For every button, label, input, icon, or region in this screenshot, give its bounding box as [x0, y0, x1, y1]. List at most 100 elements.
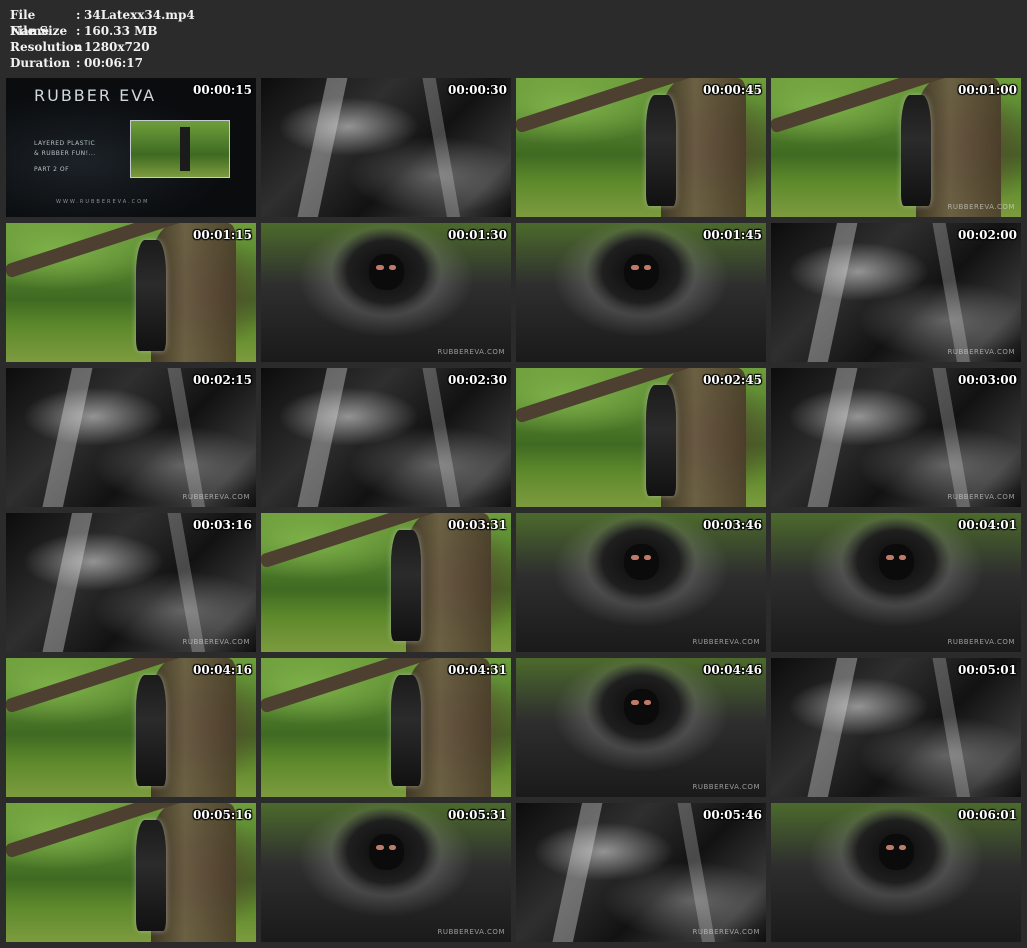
video-thumbnail: 00:02:30	[261, 368, 511, 507]
plastic-sheen	[675, 803, 720, 942]
video-thumbnail: 00:00:45	[516, 78, 766, 217]
plastic-sheen	[930, 223, 975, 362]
thumbnail-timestamp: 00:02:30	[448, 373, 507, 387]
thumbnail-timestamp: 00:04:46	[703, 663, 762, 677]
mask-eye-l	[886, 554, 894, 561]
plastic-sheen	[930, 368, 975, 507]
file-name-row: File Name : 34Latexx34.mp4	[10, 7, 195, 38]
watermark-text: RUBBEREVA.COM	[947, 638, 1015, 646]
mask-eye-r	[898, 844, 906, 851]
file-size-row: File Size : 160.33 MB	[10, 23, 195, 39]
thumbnail-timestamp: 00:03:00	[958, 373, 1017, 387]
closeup-frame-image	[261, 368, 511, 507]
mask-eye-l	[376, 844, 384, 851]
video-thumbnail: RUBBEREVA.COM 00:04:01	[771, 513, 1021, 652]
mask-eye-r	[643, 554, 651, 561]
mask-eye-r	[643, 699, 651, 706]
closeup-frame-image	[6, 368, 256, 507]
thumbnail-timestamp: 00:01:30	[448, 228, 507, 242]
figure-silhouette	[136, 819, 166, 931]
separator: :	[76, 24, 81, 38]
thumbnail-timestamp: 00:02:00	[958, 228, 1017, 242]
closeup-frame-image	[771, 368, 1021, 507]
watermark-text: RUBBEREVA.COM	[692, 638, 760, 646]
outdoor-frame-image	[261, 513, 511, 652]
outdoor-frame-image	[6, 223, 256, 362]
plastic-sheen	[292, 78, 350, 217]
hood-frame-image	[771, 803, 1021, 942]
video-thumbnail: RUBBEREVA.COM 00:05:31	[261, 803, 511, 942]
video-thumbnail: 00:02:45	[516, 368, 766, 507]
thumbnail-timestamp: 00:06:01	[958, 808, 1017, 822]
video-thumbnail: RUBBEREVA.COM 00:02:00	[771, 223, 1021, 362]
file-size-label: File Size	[10, 24, 68, 38]
closeup-frame-image	[771, 223, 1021, 362]
watermark-text: RUBBEREVA.COM	[437, 928, 505, 936]
mask-eye-r	[388, 264, 396, 271]
thumbnail-timestamp: 00:03:16	[193, 518, 252, 532]
video-thumbnail: RUBBEREVA.COM 00:02:15	[6, 368, 256, 507]
duration-value: 00:06:17	[84, 56, 143, 70]
thumbnail-grid: RUBBER EVA LAYERED PLASTIC & RUBBER FUN!..…	[6, 78, 1022, 942]
plastic-sheen	[547, 803, 605, 942]
figure-silhouette	[136, 674, 166, 786]
thumbnail-timestamp: 00:03:31	[448, 518, 507, 532]
hood-frame-image	[771, 513, 1021, 652]
plastic-sheen	[420, 368, 465, 507]
mask-face	[368, 253, 404, 290]
mask-face	[368, 833, 404, 870]
thumbnail-timestamp: 00:01:00	[958, 83, 1017, 97]
video-thumbnail: 00:03:31	[261, 513, 511, 652]
duration-row: Duration : 00:06:17	[10, 55, 195, 71]
file-size-value: 160.33 MB	[84, 24, 158, 38]
video-thumbnail: 00:01:15	[6, 223, 256, 362]
hood-frame-image	[261, 223, 511, 362]
video-thumbnail: 00:04:31	[261, 658, 511, 797]
title-card-url: WWW.RUBBEREVA.COM	[56, 199, 150, 205]
video-thumbnail: 00:04:16	[6, 658, 256, 797]
mask-eye-r	[643, 264, 651, 271]
title-card-subtitle: LAYERED PLASTIC	[34, 140, 96, 147]
outdoor-frame-image	[516, 368, 766, 507]
video-thumbnail: RUBBEREVA.COM 00:01:00	[771, 78, 1021, 217]
title-card: RUBBER EVA LAYERED PLASTIC & RUBBER FUN!..…	[6, 78, 256, 217]
video-thumbnail: RUBBEREVA.COM 00:03:16	[6, 513, 256, 652]
plastic-sheen	[802, 658, 860, 797]
video-thumbnail: 00:01:45	[516, 223, 766, 362]
figure-silhouette	[391, 674, 421, 786]
plastic-sheen	[802, 223, 860, 362]
watermark-text: RUBBEREVA.COM	[182, 638, 250, 646]
video-thumbnail: 00:06:01	[771, 803, 1021, 942]
plastic-sheen	[37, 513, 95, 652]
plastic-sheen	[930, 658, 975, 797]
brand-logo-text: RUBBER EVA	[34, 86, 157, 105]
closeup-frame-image	[516, 803, 766, 942]
closeup-frame-image	[261, 78, 511, 217]
outdoor-frame-image	[6, 803, 256, 942]
video-thumbnail: RUBBEREVA.COM 00:03:46	[516, 513, 766, 652]
watermark-text: RUBBEREVA.COM	[947, 348, 1015, 356]
watermark-text: RUBBEREVA.COM	[182, 493, 250, 501]
video-thumbnail: RUBBER EVA LAYERED PLASTIC & RUBBER FUN!..…	[6, 78, 256, 217]
resolution-label: Resolution	[10, 40, 83, 54]
thumbnail-timestamp: 00:05:46	[703, 808, 762, 822]
resolution-row: Resolution : 1280x720	[10, 39, 195, 55]
video-thumbnail: RUBBEREVA.COM 00:04:46	[516, 658, 766, 797]
figure-silhouette	[901, 94, 931, 206]
outdoor-frame-image	[6, 658, 256, 797]
mask-face	[878, 833, 914, 870]
file-name-label: File Name	[10, 8, 50, 38]
duration-label: Duration	[10, 56, 71, 70]
video-thumbnail: RUBBEREVA.COM 00:01:30	[261, 223, 511, 362]
closeup-frame-image	[6, 513, 256, 652]
mask-eye-l	[376, 264, 384, 271]
mask-eye-l	[631, 554, 639, 561]
plastic-sheen	[292, 368, 350, 507]
closeup-frame-image	[771, 658, 1021, 797]
figure-silhouette	[180, 126, 190, 172]
thumbnail-timestamp: 00:00:45	[703, 83, 762, 97]
video-thumbnail: RUBBEREVA.COM 00:05:46	[516, 803, 766, 942]
watermark-text: RUBBEREVA.COM	[692, 928, 760, 936]
mask-face	[623, 688, 659, 725]
plastic-sheen	[420, 78, 465, 217]
